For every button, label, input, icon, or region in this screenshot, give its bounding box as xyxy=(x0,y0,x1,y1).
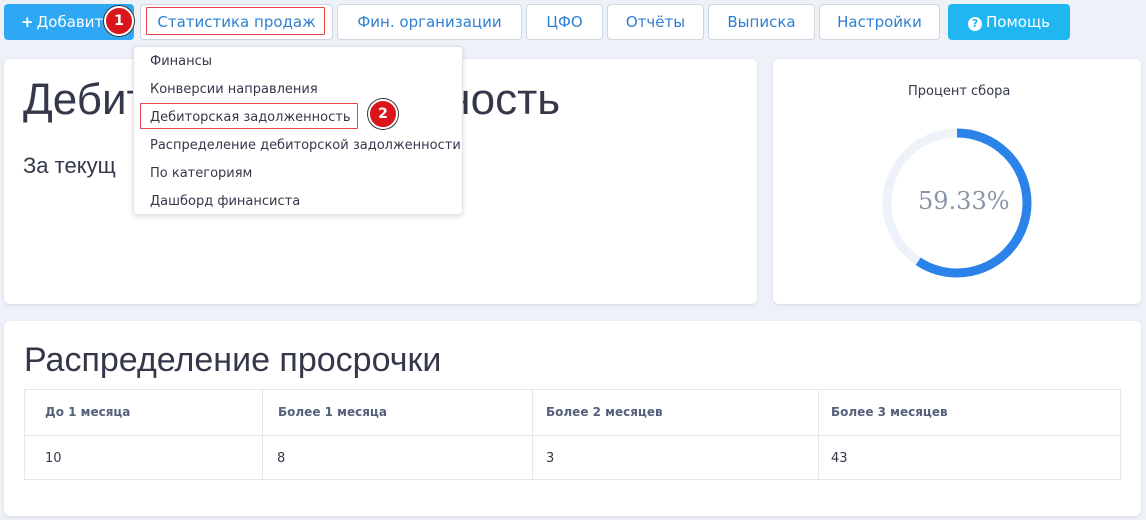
menu-item-finance-dashboard[interactable]: Дашборд финансиста xyxy=(150,194,300,210)
question-circle-icon: ? xyxy=(968,17,983,31)
reports-label: Отчёты xyxy=(625,13,686,31)
collection-rate-card: Процент сбора 59.33% xyxy=(773,59,1141,304)
overdue-table: До 1 месяца Более 1 месяца Более 2 месяц… xyxy=(24,389,1121,480)
help-button[interactable]: ? Помощь xyxy=(948,4,1070,40)
reports-button[interactable]: Отчёты xyxy=(607,4,704,40)
table-header: Более 3 месяцев xyxy=(831,405,948,419)
table-cell: 10 xyxy=(45,451,62,466)
step-marker-2: 2 xyxy=(368,99,398,129)
menu-item-receivables-distribution[interactable]: Распределение дебиторской задолженности xyxy=(150,138,461,154)
receivables-title-left: Дебит xyxy=(23,75,147,124)
receivables-highlight xyxy=(140,103,358,129)
receivables-subtitle: За текущ xyxy=(23,153,116,178)
settings-label: Настройки xyxy=(837,13,922,31)
overdue-title: Распределение просрочки xyxy=(24,341,442,379)
sales-stats-highlight xyxy=(146,7,325,35)
table-header: Более 2 месяцев xyxy=(546,405,663,419)
settings-button[interactable]: Настройки xyxy=(819,4,940,40)
cfo-button[interactable]: ЦФО xyxy=(526,4,603,40)
step-marker-1: 1 xyxy=(104,6,134,36)
fin-orgs-button[interactable]: Фин. организации xyxy=(337,4,522,40)
table-header: Более 1 месяца xyxy=(278,405,387,419)
collection-rate-value: 59.33% xyxy=(918,187,1010,215)
fin-orgs-label: Фин. организации xyxy=(357,13,502,31)
table-col-divider xyxy=(818,390,819,479)
help-label: Помощь xyxy=(986,13,1050,31)
table-header: До 1 месяца xyxy=(45,405,131,419)
table-col-divider xyxy=(262,390,263,479)
menu-item-direction-conversions[interactable]: Конверсии направления xyxy=(150,82,318,98)
collection-rate-label: Процент сбора xyxy=(908,84,1011,99)
table-cell: 3 xyxy=(546,451,555,466)
menu-item-finance[interactable]: Финансы xyxy=(150,54,212,70)
plus-icon: + xyxy=(21,13,34,31)
add-button-label: Добавить xyxy=(36,13,113,31)
menu-item-by-categories[interactable]: По категориям xyxy=(150,166,252,182)
table-col-divider xyxy=(532,390,533,479)
statement-label: Выписка xyxy=(727,13,796,31)
cfo-label: ЦФО xyxy=(546,13,583,31)
table-cell: 8 xyxy=(277,451,286,466)
table-cell: 43 xyxy=(831,451,848,466)
statement-button[interactable]: Выписка xyxy=(708,4,815,40)
table-divider xyxy=(25,435,1120,436)
sales-stats-dropdown: Финансы Конверсии направления Дебиторска… xyxy=(133,46,463,215)
